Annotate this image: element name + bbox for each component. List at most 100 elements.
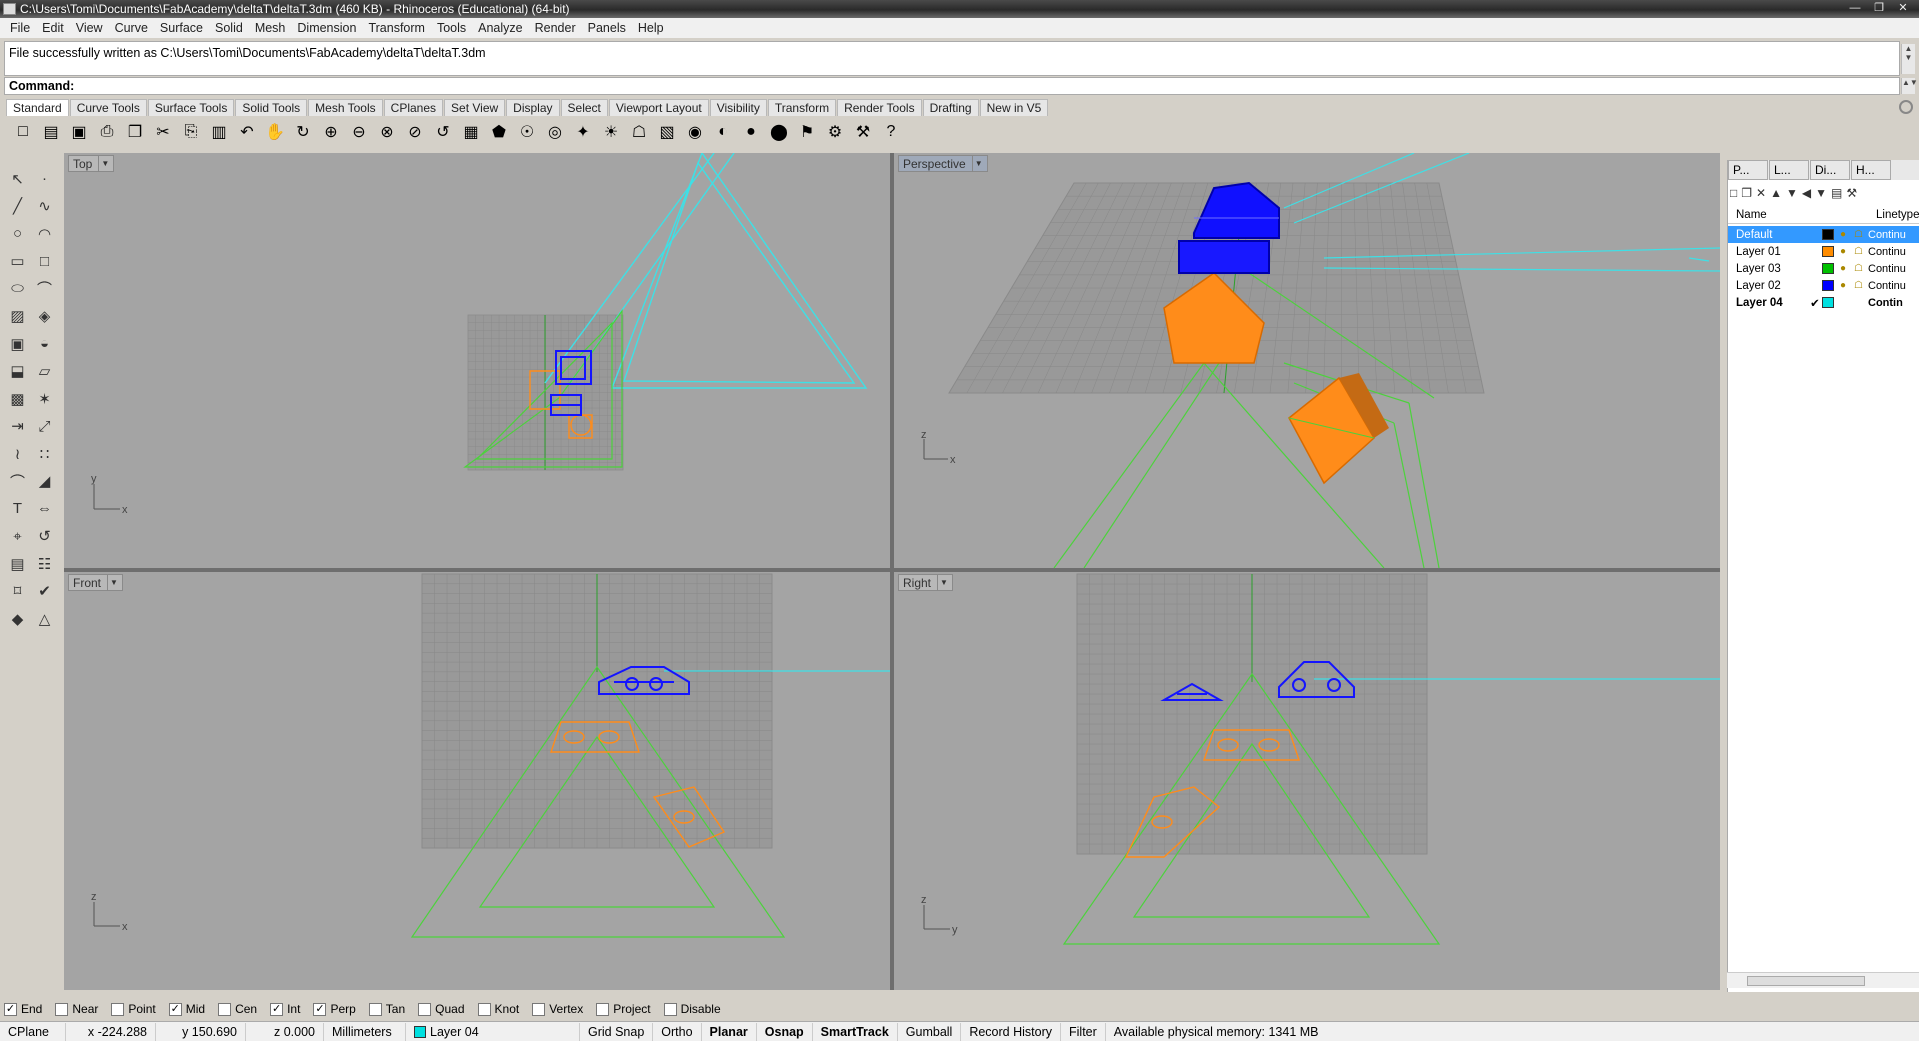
lock-icon[interactable]: ☖ — [626, 119, 652, 145]
osnap-checkbox[interactable]: ✓ — [313, 1002, 327, 1016]
tab-display[interactable]: Display — [506, 99, 560, 116]
lock-icon[interactable]: ☖ — [1854, 280, 1868, 291]
shaded-sphere-icon[interactable]: ● — [738, 119, 764, 145]
curve-analysis-icon[interactable]: ⌑ — [4, 578, 31, 606]
osnap-quad[interactable]: Quad — [418, 1002, 465, 1016]
menu-surface[interactable]: Surface — [154, 21, 209, 35]
tab-select[interactable]: Select — [560, 99, 608, 116]
layer-color-swatch[interactable] — [1822, 246, 1834, 257]
tab-solid-tools[interactable]: Solid Tools — [235, 99, 308, 116]
maximize-icon[interactable]: ❐ — [1869, 1, 1889, 16]
layer-row[interactable]: Layer 02 ● ☖ Continu — [1728, 277, 1919, 294]
history-scrollbar[interactable]: ▲ ▼ — [1901, 44, 1915, 74]
flag-icon[interactable]: ⚑ — [794, 119, 820, 145]
menu-dimension[interactable]: Dimension — [291, 21, 362, 35]
viewport-top[interactable]: x y Top ▼ — [64, 153, 890, 568]
text-icon[interactable]: T — [4, 495, 31, 523]
circle-icon[interactable]: ○ — [4, 220, 31, 248]
osnap-checkbox[interactable] — [55, 1002, 69, 1016]
status-cplane[interactable]: CPlane — [0, 1022, 66, 1041]
lock-icon[interactable]: ☖ — [1854, 263, 1868, 274]
scale-icon[interactable]: ⤢ — [31, 413, 58, 441]
object-snap-icon[interactable]: ◎ — [542, 119, 568, 145]
zoom-icon[interactable]: ⊕ — [318, 119, 344, 145]
analyze-icon[interactable]: ⌖ — [4, 523, 31, 551]
light-icon[interactable]: ☀ — [598, 119, 624, 145]
panel-tab-3[interactable]: H... — [1851, 160, 1891, 180]
viewport-perspective[interactable]: x z Perspective ▼ — [894, 153, 1720, 568]
move-down-icon[interactable]: ▼ — [1786, 186, 1798, 200]
lock-icon[interactable]: ☖ — [1854, 246, 1868, 257]
tab-mesh-tools[interactable]: Mesh Tools — [308, 99, 383, 116]
save-icon[interactable]: ▣ — [66, 119, 92, 145]
chevron-down-icon[interactable]: ▼ — [971, 155, 983, 172]
tab-standard[interactable]: Standard — [6, 99, 69, 116]
status-record-history[interactable]: Record History — [961, 1022, 1061, 1041]
menu-solid[interactable]: Solid — [209, 21, 249, 35]
loft-icon[interactable]: ◈ — [31, 303, 58, 331]
paste-icon[interactable]: ▥ — [206, 119, 232, 145]
extrude-icon[interactable]: ⬓ — [4, 358, 31, 386]
options-icon[interactable]: ⚒ — [850, 119, 876, 145]
material-icon[interactable]: ◐ — [710, 119, 736, 145]
command-scrollbar[interactable]: ▲▼ — [1901, 78, 1918, 94]
menu-edit[interactable]: Edit — [36, 21, 70, 35]
shade-icon[interactable]: ◆ — [4, 605, 31, 633]
layer-color-swatch[interactable] — [1822, 263, 1834, 274]
chevron-down-icon[interactable]: ▼ — [98, 155, 109, 172]
surface-extrude-icon[interactable]: ▱ — [31, 358, 58, 386]
viewport-front-label[interactable]: Front ▼ — [68, 574, 123, 591]
help-icon[interactable]: ? — [878, 119, 904, 145]
tab-set-view[interactable]: Set View — [444, 99, 506, 116]
osnap-checkbox[interactable]: ✓ — [4, 1002, 17, 1016]
osnap-disable[interactable]: Disable — [663, 1002, 721, 1016]
viewport-perspective-label[interactable]: Perspective ▼ — [898, 155, 988, 172]
gears-icon[interactable]: ⚙ — [822, 119, 848, 145]
curve-from-object-icon[interactable]: ⌒ — [4, 468, 31, 496]
tab-visibility[interactable]: Visibility — [709, 99, 767, 116]
render-sphere-icon[interactable]: ⬤ — [766, 119, 792, 145]
menu-file[interactable]: File — [4, 21, 36, 35]
new-layer-icon[interactable]: □ — [1730, 186, 1737, 200]
osnap-mid[interactable]: ✓ Mid — [168, 1002, 205, 1016]
layer-color-swatch[interactable] — [1822, 229, 1834, 240]
osnap-checkbox[interactable]: ✓ — [168, 1002, 182, 1016]
osnap-knot[interactable]: Knot — [477, 1002, 519, 1016]
lock-icon[interactable]: ☖ — [1854, 229, 1868, 240]
layer-row[interactable]: Default ● ☖ Continu — [1728, 226, 1919, 243]
zoom-extents-icon[interactable]: ⊗ — [374, 119, 400, 145]
tab-curve-tools[interactable]: Curve Tools — [69, 99, 147, 116]
pan-icon[interactable]: ✋ — [262, 119, 288, 145]
open-icon[interactable]: ▤ — [38, 119, 64, 145]
layer-tools-icon[interactable]: ▤ — [1831, 186, 1842, 200]
menu-mesh[interactable]: Mesh — [249, 21, 292, 35]
osnap-cen[interactable]: Cen — [218, 1002, 257, 1016]
four-views-icon[interactable]: ▦ — [458, 119, 484, 145]
osnap-perp[interactable]: ✓ Perp — [313, 1002, 356, 1016]
layer-row[interactable]: Layer 04 ✔ Contin — [1728, 294, 1919, 311]
scrollbar-thumb[interactable] — [1747, 976, 1865, 986]
status-grid-snap[interactable]: Grid Snap — [580, 1022, 654, 1041]
status-osnap[interactable]: Osnap — [757, 1022, 813, 1041]
new-icon[interactable]: □ — [10, 119, 36, 145]
status-filter[interactable]: Filter — [1061, 1022, 1106, 1041]
osnap-checkbox[interactable] — [368, 1002, 382, 1016]
toolbar-settings-gear-icon[interactable] — [1899, 100, 1913, 114]
layer-row[interactable]: Layer 03 ● ☖ Continu — [1728, 260, 1919, 277]
boolean-icon[interactable]: ◒ — [31, 330, 58, 358]
car-icon[interactable]: ⬟ — [486, 119, 512, 145]
menu-transform[interactable]: Transform — [362, 21, 431, 35]
rotate-view-icon[interactable]: ↻ — [290, 119, 316, 145]
tab-new-in-v5[interactable]: New in V5 — [979, 99, 1049, 116]
zoom-selected-icon[interactable]: ⊘ — [402, 119, 428, 145]
fillet-edge-icon[interactable]: ◢ — [31, 468, 58, 496]
osnap-checkbox[interactable] — [596, 1002, 610, 1016]
command-line[interactable]: Command: — [4, 77, 1900, 95]
menu-tools[interactable]: Tools — [431, 21, 472, 35]
cut-icon[interactable]: ✂ — [150, 119, 176, 145]
status-smarttrack[interactable]: SmartTrack — [813, 1022, 898, 1041]
lightbulb-icon[interactable]: ● — [1840, 246, 1854, 257]
menu-panels[interactable]: Panels — [582, 21, 632, 35]
panel-horizontal-scrollbar[interactable] — [1727, 972, 1919, 988]
ellipse-icon[interactable]: ⬭ — [4, 275, 31, 303]
